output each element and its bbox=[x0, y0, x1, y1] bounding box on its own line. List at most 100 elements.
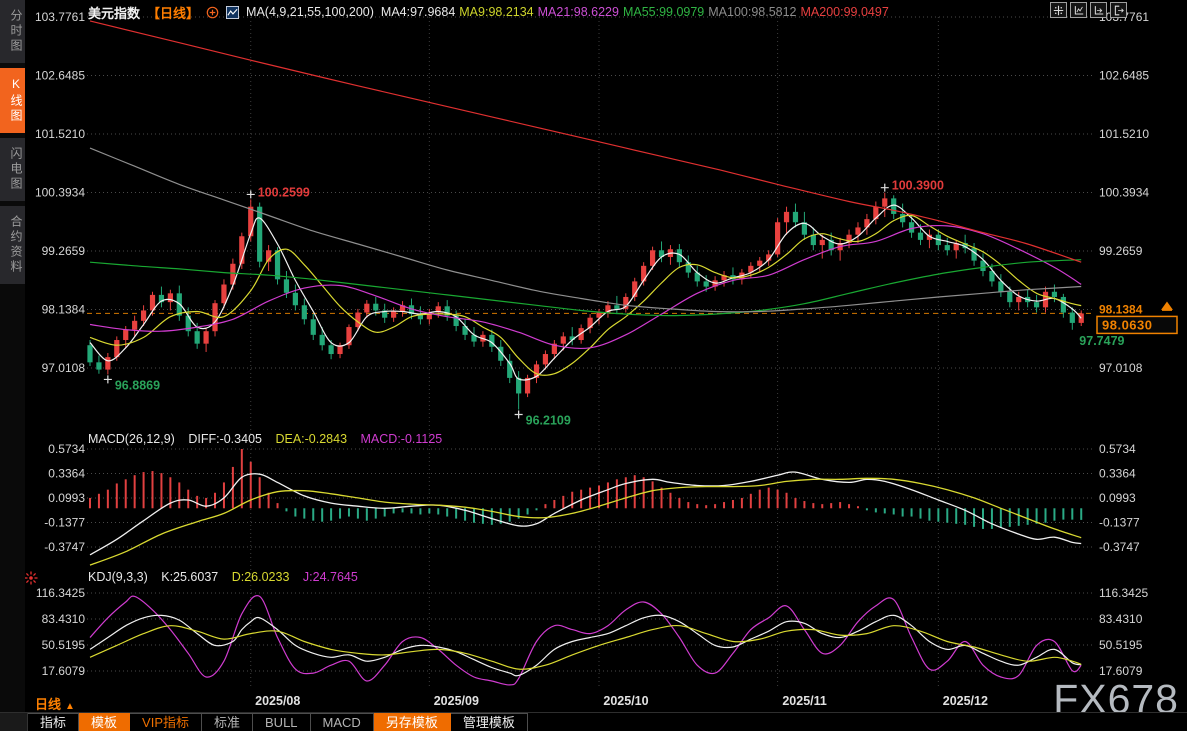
svg-text:96.8869: 96.8869 bbox=[115, 378, 160, 392]
period-selector[interactable]: 日线 ▲ bbox=[35, 694, 75, 713]
sidebar-item-contract-info[interactable]: 合约资料 bbox=[0, 206, 25, 284]
chart-type-icon[interactable] bbox=[226, 5, 240, 19]
svg-text:0.5734: 0.5734 bbox=[48, 442, 85, 456]
page-title: 美元指数 bbox=[88, 5, 141, 21]
svg-text:97.0108: 97.0108 bbox=[1099, 361, 1143, 375]
price-annotations: 100.2599 96.8869 96.2109 100.3900 97.7479 bbox=[103, 179, 1125, 428]
macd-diff-value: DIFF:-0.3405 bbox=[188, 432, 262, 446]
svg-text:97.0108: 97.0108 bbox=[42, 361, 86, 375]
kdj-panel-header: KDJ(9,3,3) K:25.6037 D:26.0233 J:24.7645 bbox=[88, 570, 368, 584]
svg-text:0.3364: 0.3364 bbox=[1099, 466, 1136, 480]
macd-dea-value: DEA:-0.2843 bbox=[275, 432, 348, 446]
svg-text:100.3934: 100.3934 bbox=[35, 186, 85, 200]
ma-line-MA4 bbox=[89, 204, 1082, 381]
ma-value-3: MA55:99.0979 bbox=[622, 5, 705, 19]
svg-text:116.3425: 116.3425 bbox=[36, 586, 85, 600]
svg-text:0.0993: 0.0993 bbox=[1099, 491, 1136, 505]
scroll-to-latest-icon[interactable] bbox=[1161, 301, 1173, 311]
kdj-k-value: K:25.6037 bbox=[161, 570, 219, 584]
add-indicator-icon[interactable] bbox=[206, 6, 219, 19]
y-axis-zoom-icon[interactable] bbox=[1070, 2, 1087, 18]
xaxis-row: 日线 ▲ 2025/08 2025/09 2025/10 2025/11 2025/12 bbox=[25, 692, 1187, 712]
svg-text:101.5210: 101.5210 bbox=[1099, 127, 1149, 141]
svg-text:98.1384: 98.1384 bbox=[42, 302, 86, 316]
tab-standard[interactable]: 标准 bbox=[202, 713, 254, 731]
kdj-d-value: D:26.0233 bbox=[231, 570, 290, 584]
svg-text:0.0993: 0.0993 bbox=[48, 491, 85, 505]
left-sidebar: 分时图 K线图闪电图合约资料 bbox=[0, 0, 25, 712]
svg-text:0.5734: 0.5734 bbox=[1099, 442, 1136, 456]
ma-line-MA9 bbox=[89, 214, 1082, 376]
ma-value-5: MA200:99.0497 bbox=[800, 5, 889, 19]
period-selector-label: 日线 bbox=[35, 697, 62, 712]
chart-header: 美元指数 【日线】 MA(4,9,21,55,100,200) MA4:97.9… bbox=[88, 3, 893, 21]
tab-macd[interactable]: MACD bbox=[310, 713, 374, 731]
exit-icon[interactable] bbox=[1110, 2, 1127, 18]
macd-panel-header: MACD(26,12,9) DIFF:-0.3405 DEA:-0.2843 M… bbox=[88, 432, 452, 446]
svg-text:-0.1377: -0.1377 bbox=[1099, 516, 1140, 530]
ma-value-4: MA100:98.5812 bbox=[708, 5, 797, 19]
indicator-alert-icon[interactable] bbox=[25, 571, 38, 585]
macd-diff-line bbox=[89, 471, 1082, 556]
svg-text:0.3364: 0.3364 bbox=[48, 466, 85, 480]
ma-line-MA100 bbox=[89, 147, 1082, 313]
svg-text:96.2109: 96.2109 bbox=[526, 414, 571, 428]
kdj-d-line bbox=[89, 624, 1082, 670]
tab-bull[interactable]: BULL bbox=[253, 713, 311, 731]
svg-text:116.3425: 116.3425 bbox=[1099, 586, 1148, 600]
gridlines bbox=[87, 16, 1095, 688]
svg-text:99.2659: 99.2659 bbox=[1099, 244, 1143, 258]
chart-toolbar bbox=[1050, 2, 1127, 18]
kdj-k-line bbox=[89, 614, 1082, 677]
kdj-j-line bbox=[89, 594, 1082, 686]
tab-templates[interactable]: 模板 bbox=[79, 713, 131, 731]
svg-text:98.1384: 98.1384 bbox=[1099, 302, 1143, 316]
svg-text:50.5195: 50.5195 bbox=[1099, 638, 1143, 652]
date-label-2025-12: 2025/12 bbox=[942, 694, 988, 708]
svg-text:-0.3747: -0.3747 bbox=[44, 540, 85, 554]
period-tag[interactable]: 【日线】 bbox=[147, 3, 199, 22]
x-axis-zoom-icon[interactable] bbox=[1090, 2, 1107, 18]
svg-text:50.5195: 50.5195 bbox=[42, 638, 86, 652]
ma-values: MA4:97.9684 MA9:98.2134 MA21:98.6229 MA55:9… bbox=[381, 5, 893, 19]
svg-text:98.0630: 98.0630 bbox=[1102, 317, 1153, 332]
svg-text:83.4310: 83.4310 bbox=[1099, 612, 1143, 626]
ma-value-1: MA9:98.2134 bbox=[459, 5, 534, 19]
chevron-up-icon: ▲ bbox=[65, 701, 75, 712]
date-label-2025-09: 2025/09 bbox=[433, 694, 479, 708]
svg-text:102.6485: 102.6485 bbox=[35, 69, 85, 83]
macd-macd-value: MACD:-0.1125 bbox=[360, 432, 443, 446]
svg-text:17.6079: 17.6079 bbox=[42, 664, 86, 678]
tab-manage-templates[interactable]: 管理模板 bbox=[450, 713, 528, 731]
kdj-title: KDJ(9,3,3) bbox=[88, 570, 148, 584]
svg-text:-0.1377: -0.1377 bbox=[44, 516, 85, 530]
sidebar-item-time-chart[interactable]: 分时图 bbox=[0, 0, 25, 63]
svg-text:100.3900: 100.3900 bbox=[892, 179, 944, 193]
sidebar-item-candlestick-chart[interactable]: K线图 bbox=[0, 68, 25, 133]
date-label-2025-11: 2025/11 bbox=[782, 694, 827, 708]
svg-text:99.2659: 99.2659 bbox=[42, 244, 86, 258]
tab-vip-indicators[interactable]: VIP指标 bbox=[130, 713, 202, 731]
crosshair-pan-icon[interactable] bbox=[1050, 2, 1067, 18]
tab-bar-corner bbox=[0, 713, 28, 731]
svg-text:83.4310: 83.4310 bbox=[42, 612, 86, 626]
date-label-2025-10: 2025/10 bbox=[603, 694, 649, 708]
ma-value-2: MA21:98.6229 bbox=[537, 5, 619, 19]
svg-text:103.7761: 103.7761 bbox=[35, 10, 85, 24]
sidebar-item-lightning-chart[interactable]: 闪电图 bbox=[0, 138, 25, 201]
svg-text:100.3934: 100.3934 bbox=[1099, 186, 1149, 200]
svg-text:100.2599: 100.2599 bbox=[258, 185, 310, 199]
svg-text:-0.3747: -0.3747 bbox=[1099, 540, 1140, 554]
tab-save-template[interactable]: 另存模板 bbox=[373, 713, 451, 731]
svg-text:101.5210: 101.5210 bbox=[35, 127, 85, 141]
ma-group-label: MA(4,9,21,55,100,200) bbox=[246, 5, 374, 19]
svg-text:102.6485: 102.6485 bbox=[1099, 69, 1149, 83]
tab-indicators[interactable]: 指标 bbox=[28, 713, 80, 731]
macd-title: MACD(26,12,9) bbox=[88, 432, 175, 446]
macd-dea-line bbox=[89, 477, 1082, 566]
chart-canvas[interactable]: 103.7761103.7761102.6485102.6485101.5210… bbox=[25, 0, 1187, 692]
kdj-j-value: J:24.7645 bbox=[302, 570, 358, 584]
ma-value-0: MA4:97.9684 bbox=[380, 5, 456, 19]
bottom-tab-bar: 指标 模板 VIP指标 标准 BULL MACD 另存模板 管理模板 bbox=[0, 712, 1187, 731]
date-label-2025-08: 2025/08 bbox=[255, 694, 301, 708]
